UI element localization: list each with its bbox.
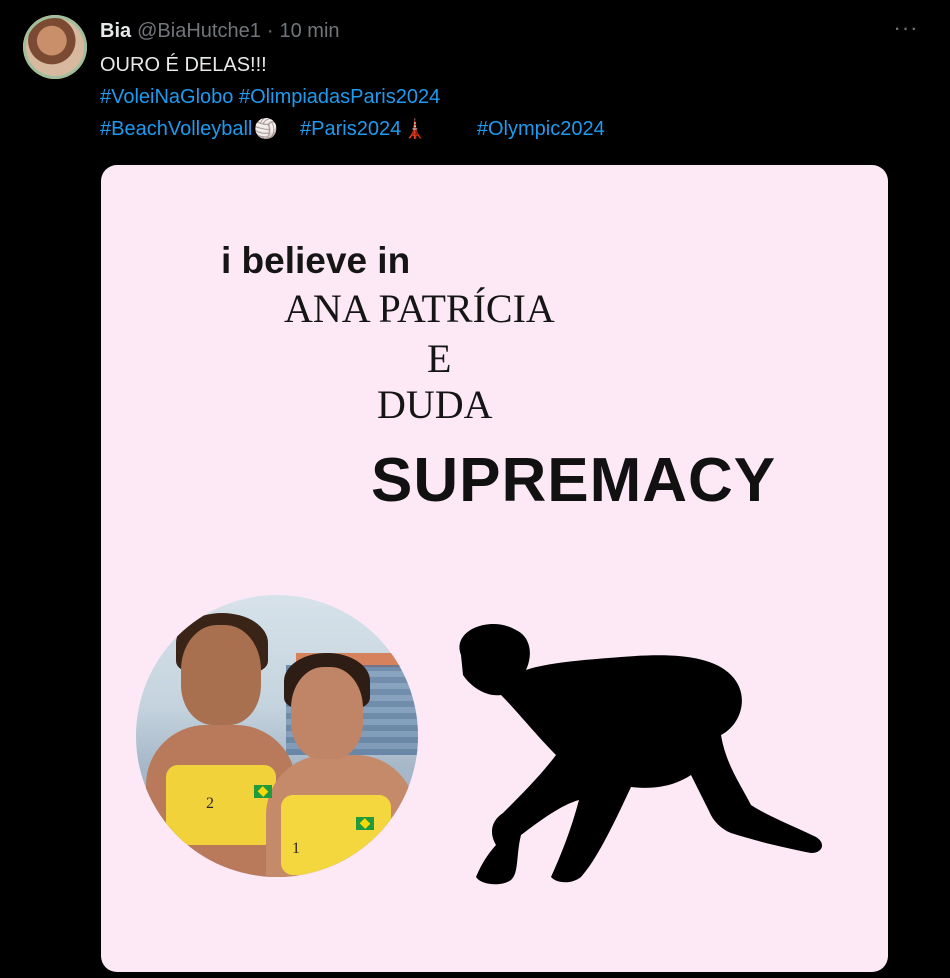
athletes-photo: 2 1 (136, 595, 418, 877)
tweet-hashtags-line2: #BeachVolleyball 🏐 #Paris2024 🗼 #Olympic2024 (100, 117, 605, 141)
author-handle[interactable]: @BiaHutche1 (137, 20, 261, 43)
separator-dot: · (266, 19, 274, 42)
tweet-header: Bia @BiaHutche1 · 10 min (100, 18, 340, 44)
hashtag-link[interactable]: #Olympic2024 (477, 118, 605, 140)
tweet-hashtags-line1: #VoleiNaGlobo #OlimpiadasParis2024 (100, 86, 440, 109)
brazil-flag-icon (356, 817, 374, 830)
eiffel-tower-emoji-icon: 🗼 (403, 119, 427, 140)
hashtag-link[interactable]: #VoleiNaGlobo (100, 86, 233, 108)
hashtag-link[interactable]: #OlimpiadasParis2024 (239, 86, 440, 108)
tweet-timestamp[interactable]: 10 min (280, 20, 340, 43)
meme-text-believe: i believe in (221, 240, 411, 281)
tweet-text: OURO É DELAS!!! (100, 54, 267, 76)
jersey-number: 2 (206, 795, 214, 812)
meme-text-supremacy: SUPREMACY (371, 446, 777, 515)
kneeling-silhouette-icon (459, 624, 823, 885)
more-options-icon[interactable]: ··· (890, 17, 922, 44)
jersey-number: 1 (292, 840, 300, 857)
tweet[interactable]: Bia @BiaHutche1 · 10 min ··· OURO É DELA… (0, 0, 950, 978)
hashtag-link[interactable]: #Paris2024 (300, 118, 401, 140)
meme-text-name2: DUDA (377, 382, 493, 427)
avatar[interactable] (23, 15, 87, 79)
hashtag-link[interactable]: #BeachVolleyball (100, 118, 252, 140)
volleyball-emoji-icon: 🏐 (254, 119, 279, 140)
author-name[interactable]: Bia (100, 20, 131, 43)
meme-text-e: E (427, 336, 452, 381)
brazil-flag-icon (254, 785, 272, 798)
tweet-media-image[interactable]: i believe in ANA PATRÍCIA E DUDA SUPREMA… (101, 165, 888, 972)
meme-text-name1: ANA PATRÍCIA (284, 286, 555, 331)
